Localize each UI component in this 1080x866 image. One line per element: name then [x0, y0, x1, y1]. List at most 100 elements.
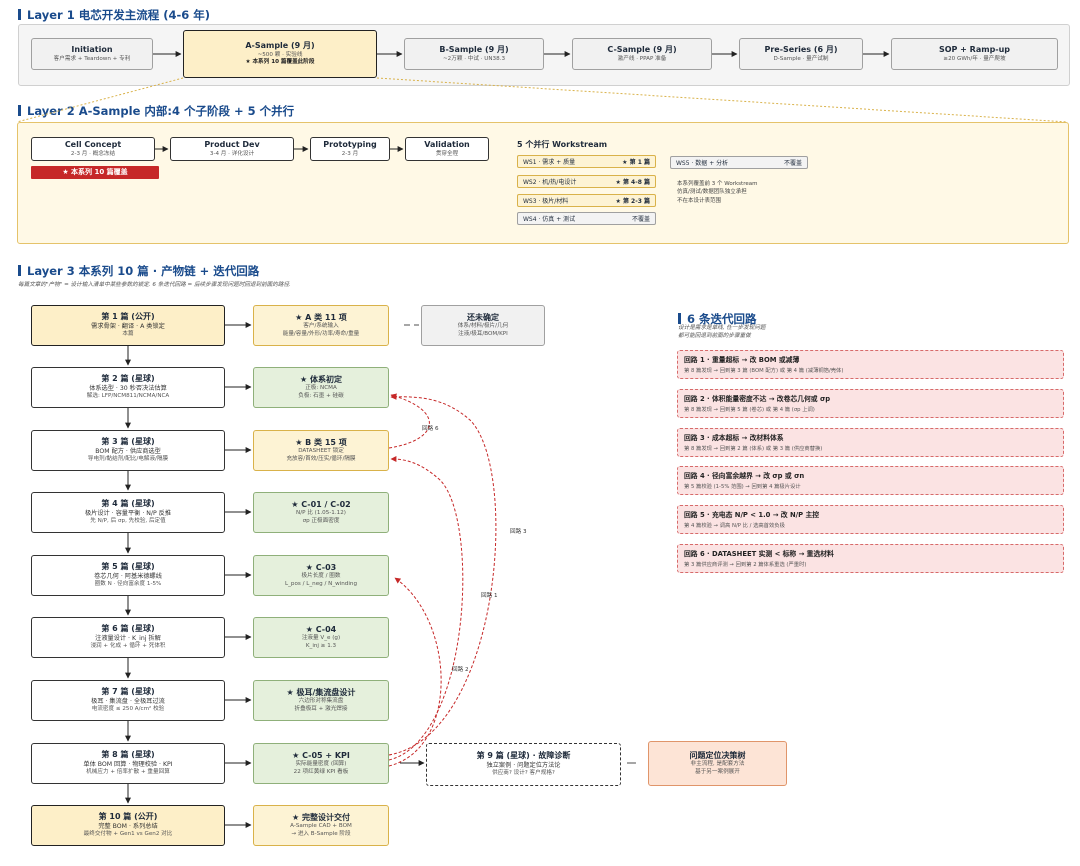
output-system[interactable]: ★ 体系初定 正极: NCMA 负极: 石墨 + 硅碳 — [253, 367, 389, 408]
stage-sub: D-Sample · 量产试制 — [773, 55, 829, 62]
output-tab-design[interactable]: ★ 极耳/集流盘设计 六边形对称集流盘 折叠极耳 + 激光焊接 — [253, 680, 389, 721]
output-detail: 负极: 石墨 + 硅碳 — [298, 392, 344, 399]
phase-title: Prototyping — [323, 139, 377, 149]
stage-title: A-Sample (9 月) — [245, 41, 315, 51]
loop-title: 回路 5 · 充电态 N/P < 1.0 → 改 N/P 主控 — [684, 511, 820, 519]
loop-2[interactable]: 回路 2 · 体积能量密度不达 → 改卷芯几何或 σp 第 8 篇发现 → 回到… — [677, 389, 1064, 418]
workstream-ws3[interactable]: WS3 · 极片/材料 ★ 第 2-3 篇 — [517, 194, 656, 207]
stage-b-sample[interactable]: B-Sample (9 月) ~2万颗 · 中试 · UN38.3 — [404, 38, 544, 70]
stage-sub: 激产线 · PPAP 准备 — [617, 55, 667, 62]
article-9[interactable]: 第 9 篇 (星球) · 故障诊断 独立案例 · 问题定位方法论 供应商? 设计… — [426, 743, 621, 786]
layer2-title: Layer 2 A-Sample 内部:4 个子阶段 + 5 个并行 — [18, 103, 294, 119]
workstream-ws5[interactable]: WS5 · 数据 + 分析 不覆盖 — [670, 156, 808, 169]
article-10[interactable]: 第 10 篇 (公开) 完整 BOM · 系列总结 最终交付物 + Gen1 v… — [31, 805, 225, 846]
article-6[interactable]: 第 6 篇 (星球) 注液量设计 · K_inj 拆解 浸润 + 化成 + 循环… — [31, 617, 225, 658]
phase-sub: 贯穿全程 — [435, 150, 459, 157]
output-final[interactable]: ★ 完整设计交付 A-Sample CAD + BOM → 进入 B-Sampl… — [253, 805, 389, 846]
stage-sop[interactable]: SOP + Ramp-up ≥20 GWh/年 · 量产爬坡 — [891, 38, 1058, 70]
stage-c-sample[interactable]: C-Sample (9 月) 激产线 · PPAP 准备 — [572, 38, 712, 70]
loop-4[interactable]: 回路 4 · 径向富余越界 → 改 σp 或 σn 第 5 篇校验 (1-5% … — [677, 466, 1064, 495]
output-title: ★ A 类 11 项 — [295, 312, 347, 322]
ws-name: WS3 · 极片/材料 — [523, 198, 569, 205]
loop-title: 回路 1 · 重量超标 → 改 BOM 或减薄 — [684, 356, 800, 364]
output-title: ★ B 类 15 项 — [295, 437, 347, 447]
loops-subtitle: 设计是需求是单线, 任一步发现问题 都可能回退到前面的步骤重做 — [678, 324, 765, 340]
workstream-ws4[interactable]: WS4 · 仿真 + 测试 不覆盖 — [517, 212, 656, 225]
stage-initiation[interactable]: Initiation 客户需求 + Teardown + 专利 — [31, 38, 153, 70]
loop-title: 回路 6 · DATASHEET 实测 < 标称 → 重选材料 — [684, 550, 834, 558]
ws-tag: 不覆盖 — [783, 160, 802, 167]
workstream-ws1[interactable]: WS1 · 需求 + 质量 ★ 第 1 篇 — [517, 155, 656, 168]
stage-a-sample[interactable]: A-Sample (9 月) ~500 颗 · 实验线 ★ 本系列 10 篇覆盖… — [183, 30, 377, 78]
article-4[interactable]: 第 4 篇 (星球) 极片设计 · 容量平衡 · N/P 反推 先 N/P, 后… — [31, 492, 225, 533]
output-title: ★ C-05 + KPI — [292, 750, 350, 760]
workstream-ws2[interactable]: WS2 · 机/热/电设计 ★ 第 4-8 篇 — [517, 175, 656, 188]
article-2[interactable]: 第 2 篇 (星球) 体系选型 · 30 秒否决法估算 解选: LFP/NCM8… — [31, 367, 225, 408]
phase-title: Validation — [424, 139, 470, 149]
ws-name: WS2 · 机/热/电设计 — [523, 179, 577, 186]
output-desc: 注液量 V_e (g) — [301, 635, 341, 642]
ws-name: WS1 · 需求 + 质量 — [523, 159, 576, 166]
output-desc: 客户/系统输入 — [303, 323, 339, 330]
output-c03[interactable]: ★ C-03 极片长度 / 圈数 L_pos / L_neg / N_windi… — [253, 555, 389, 596]
article-7[interactable]: 第 7 篇 (星球) 极耳 · 集流盘 · 全极耳过流 电流密度 ≤ 250 A… — [31, 680, 225, 721]
undecided-desc: 体系/材料/极片/几何 — [457, 323, 509, 330]
article-1[interactable]: 第 1 篇 (公开) 需求骨架 · 翻译 · A 类锁定 本篇 — [31, 305, 225, 346]
phase-cell-concept[interactable]: Cell Concept 2-3 月 · 概念冻结 — [31, 137, 155, 161]
article-detail: 浸润 + 化成 + 循环 + 死体积 — [90, 643, 166, 650]
loop-detail: 第 5 篇校验 (1-5% 范围) → 回到第 4 篇极片设计 — [684, 484, 801, 490]
stage-title: Pre-Series (6 月) — [764, 44, 838, 54]
output-detail: → 进入 B-Sample 阶段 — [291, 830, 351, 837]
output-title: ★ 完整设计交付 — [292, 812, 350, 822]
loop-detail: 第 8 篇发现 → 回到第 3 篇 (BOM 配方) 或 第 4 篇 (减薄铜箔… — [684, 368, 844, 374]
loop-detail: 第 4 篇校验 → 调高 N/P 比 / 选高首效负极 — [684, 523, 785, 529]
article-detail: 圈数 N · 径向富余度 1-5% — [94, 581, 162, 588]
output-title: ★ 体系初定 — [300, 374, 342, 384]
article-title: 第 10 篇 (公开) — [98, 812, 158, 822]
loop-6[interactable]: 回路 6 · DATASHEET 实测 < 标称 → 重选材料 第 3 篇供应商… — [677, 544, 1064, 573]
article-title: 第 6 篇 (星球) — [101, 624, 155, 634]
output-detail: K_inj ≥ 1.3 — [305, 642, 337, 649]
output-c05-kpi[interactable]: ★ C-05 + KPI 实际能量密度 (回算) 22 项红黄绿 KPI 看板 — [253, 743, 389, 784]
decision-tree-box[interactable]: 问题定位决策树 非主流程, 是配套方法 基于另一案例展开 — [648, 741, 787, 786]
output-c04[interactable]: ★ C-04 注液量 V_e (g) K_inj ≥ 1.3 — [253, 617, 389, 658]
article-detail: 解选: LFP/NCM811/NCMA/NCA — [86, 393, 170, 400]
decision-detail: 基于另一案例展开 — [695, 768, 740, 775]
phase-product-dev[interactable]: Product Dev 3-4 月 · 详化设计 — [170, 137, 294, 161]
ws-name: WS4 · 仿真 + 测试 — [523, 216, 576, 223]
output-c01-c02[interactable]: ★ C-01 / C-02 N/P 比 (1.05-1.12) σp 正极面密度 — [253, 492, 389, 533]
layer3-subtitle: 每篇文章的"产物" = 设计输入清单中某些参数的锁定. 6 条迭代回路 = 后续… — [18, 282, 291, 288]
ws-tag: ★ 第 4-8 篇 — [615, 179, 651, 186]
undecided-box[interactable]: 还未确定 体系/材料/极片/几何 注液/极耳/BOM/KPI — [421, 305, 545, 346]
stage-title: SOP + Ramp-up — [938, 44, 1011, 54]
phase-prototyping[interactable]: Prototyping 2-3 月 — [310, 137, 390, 161]
article-3[interactable]: 第 3 篇 (星球) BOM 配方 · 供应商选型 导电剂/黏结剂/配比/电解液… — [31, 430, 225, 471]
undecided-detail: 注液/极耳/BOM/KPI — [458, 330, 508, 337]
article-8[interactable]: 第 8 篇 (星球) 单体 BOM 回算 · 物理校验 · KPI 机械应力 +… — [31, 743, 225, 784]
phase-sub: 3-4 月 · 详化设计 — [209, 150, 255, 157]
output-desc: 正极: NCMA — [305, 385, 337, 392]
stage-title: Initiation — [71, 44, 113, 54]
loop-1[interactable]: 回路 1 · 重量超标 → 改 BOM 或减薄 第 8 篇发现 → 回到第 3 … — [677, 350, 1064, 379]
article-title: 第 2 篇 (星球) — [101, 374, 155, 384]
loop-1-path — [388, 456, 464, 761]
phase-validation[interactable]: Validation 贯穿全程 — [405, 137, 489, 161]
output-detail: σp 正极面密度 — [302, 517, 340, 524]
article-title: 第 9 篇 (星球) · 故障诊断 — [476, 751, 571, 761]
phase-title: Product Dev — [204, 139, 260, 149]
stage-pre-series[interactable]: Pre-Series (6 月) D-Sample · 量产试制 — [739, 38, 863, 70]
output-a-class[interactable]: ★ A 类 11 项 客户/系统输入 能量/容量/外形/功率/寿命/重量 — [253, 305, 389, 346]
output-b-class[interactable]: ★ B 类 15 项 DATASHEET 锁定 充放容/首效/压实/循环/隔膜 — [253, 430, 389, 471]
loop-3[interactable]: 回路 3 · 成本超标 → 改材料体系 第 8 篇发现 → 回到第 2 篇 (体… — [677, 428, 1064, 457]
output-detail: 22 项红黄绿 KPI 看板 — [293, 768, 349, 775]
loop-5[interactable]: 回路 5 · 充电态 N/P < 1.0 → 改 N/P 主控 第 4 篇校验 … — [677, 505, 1064, 534]
phase-sub: 2-3 月 — [341, 150, 359, 157]
loop-detail: 第 8 篇发现 → 回到第 5 篇 (卷芯) 或 第 4 篇 (σp 上调) — [684, 407, 815, 413]
article-title: 第 1 篇 (公开) — [101, 312, 155, 322]
ws-note-line: 仿真/测试/数据团队独立承担 — [677, 189, 747, 196]
article-5[interactable]: 第 5 篇 (星球) 卷芯几何 · 阿基米德螺线 圈数 N · 径向富余度 1-… — [31, 555, 225, 596]
article-detail: 先 N/P, 后 σp, 先校验, 后定值 — [90, 518, 166, 525]
output-title: ★ 极耳/集流盘设计 — [286, 687, 356, 697]
article-title: 第 4 篇 (星球) — [101, 499, 155, 509]
article-output-arrows — [225, 322, 252, 828]
